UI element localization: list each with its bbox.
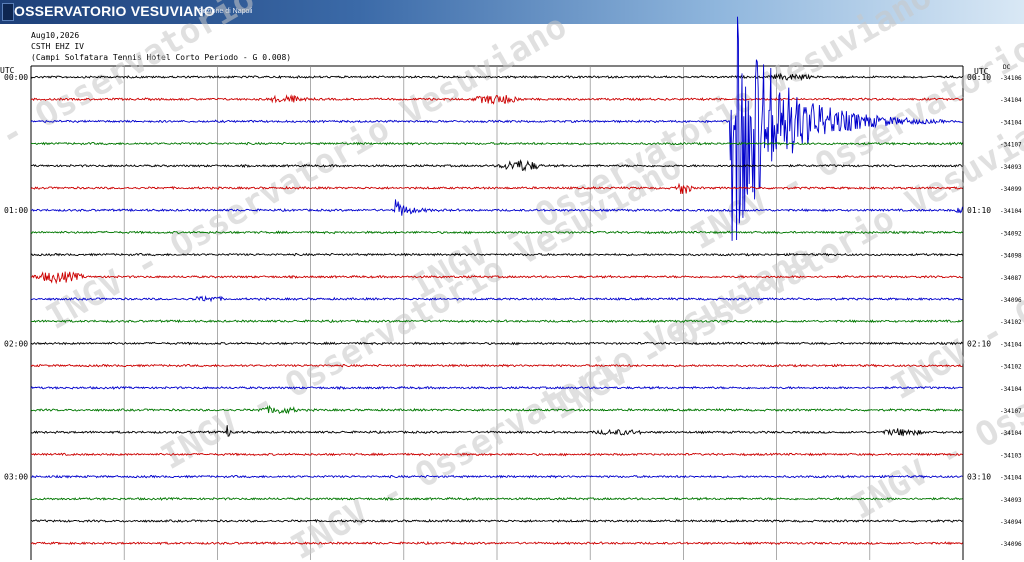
dc-offset-label: -34098 [1000,253,1022,260]
dc-offset-label: -34102 [1000,319,1022,326]
dc-offset-label: -34104 [1000,119,1022,126]
dc-offset-label: -34107 [1000,408,1022,415]
watermark-text: INGV - Osservatorio Vesuviano [0,0,439,208]
seismogram-chart: INGV - Osservatorio Vesuviano INGV - Osse… [0,0,1024,562]
dc-offset-label: -34104 [1000,341,1022,348]
dc-offset-label: -34102 [1000,364,1022,371]
left-time-label: 02:00 [4,339,28,348]
right-time-label: 00:10 [967,73,991,82]
dc-offset-label: -34104 [1000,208,1022,215]
dc-offset-label: -34107 [1000,142,1022,149]
dc-offset-label: -34096 [1000,541,1022,548]
dc-offset-label: -34104 [1000,386,1022,393]
grid [30,65,964,560]
left-time-label: 00:00 [4,73,28,82]
dc-offset-label: -34093 [1000,497,1022,504]
dc-offset-label: -34094 [1000,519,1022,526]
dc-offset-label: -34106 [1000,75,1022,82]
dc-offset-label: -34087 [1000,275,1022,282]
right-time-label: 02:10 [967,339,991,348]
dc-offset-label: -34096 [1000,297,1022,304]
watermark-text: INGV - Osservatorio Vesuviano [285,236,819,562]
left-time-label: 01:00 [4,206,28,215]
dc-offset-label: -34099 [1000,186,1022,193]
dc-offset-label: -34092 [1000,230,1022,237]
dc-offset-label: -34093 [1000,164,1022,171]
watermark-layer: INGV - Osservatorio Vesuviano INGV - Osse… [0,0,1024,562]
dc-offset-label: -34104 [1000,430,1022,437]
left-time-label: 03:00 [4,473,28,482]
right-time-label: 03:10 [967,473,991,482]
dc-offset-label: -34104 [1000,475,1022,482]
right-dc-title: DC [1003,64,1011,71]
dc-offset-label: -34103 [1000,452,1022,459]
dc-offset-label: -34104 [1000,97,1022,104]
right-time-label: 01:10 [967,206,991,215]
